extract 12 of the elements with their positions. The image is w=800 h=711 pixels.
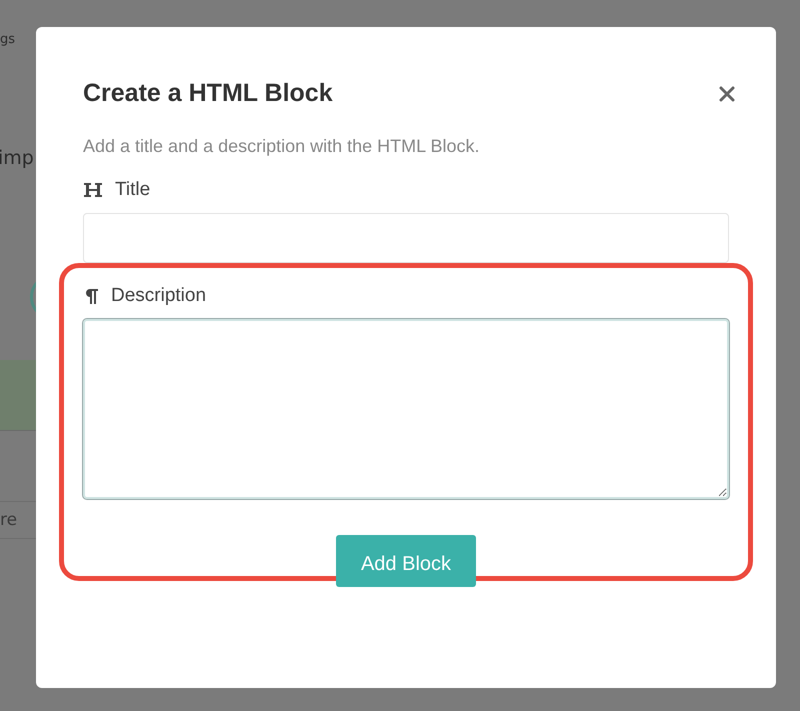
background-text: imp: [0, 147, 35, 169]
dialog-description: Add a title and a description with the HTML Block.: [83, 136, 481, 157]
dialog-title: Create a HTML Block: [83, 79, 333, 108]
field-label: Title: [115, 179, 150, 201]
paragraph-icon: [83, 287, 99, 305]
background-text: gs: [0, 32, 16, 47]
field-label: Description: [111, 285, 206, 307]
title-field[interactable]: [83, 213, 729, 263]
add-block-button[interactable]: Add Block: [336, 535, 476, 587]
heading-icon: [83, 181, 103, 199]
description-field[interactable]: [83, 319, 729, 499]
close-icon: [719, 86, 735, 102]
